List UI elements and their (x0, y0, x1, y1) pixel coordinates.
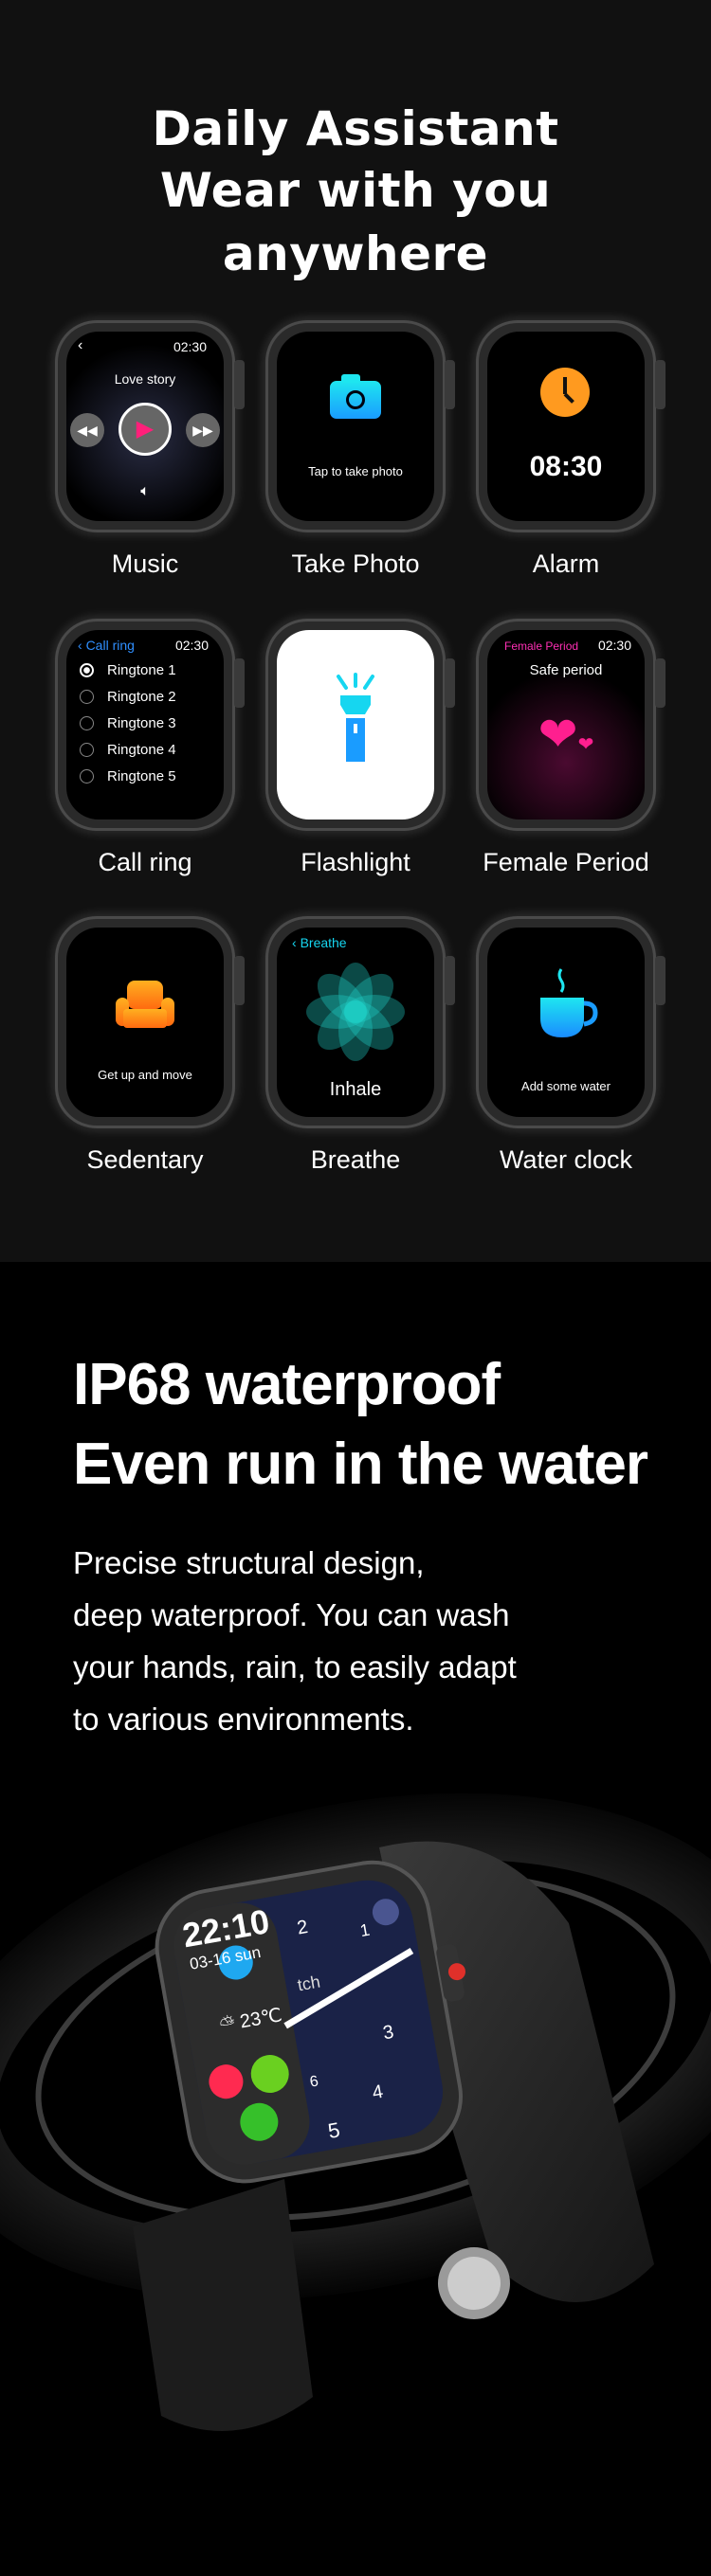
volume-icon: 🔈︎ (140, 483, 150, 499)
radio[interactable] (80, 769, 94, 784)
watch: ‹ 02:30 Love story ◀◀ ▶ ▶▶ 🔈︎ (55, 320, 245, 532)
feature-label: Sedentary (86, 1145, 204, 1174)
watch: Tap to take photo (265, 320, 455, 532)
feature-label: Alarm (532, 549, 600, 578)
rewind-icon: ◀◀ (70, 413, 104, 447)
feature-label: Take Photo (291, 549, 420, 578)
flashlight-icon (337, 673, 374, 762)
watch: ‹ Call ring 02:30 Ringtone 1 Ringtone 2 … (55, 619, 245, 831)
period-status: Safe period (529, 662, 603, 678)
feature-label: Water clock (499, 1145, 633, 1174)
ringtone-option[interactable]: Ringtone 1 (80, 662, 176, 678)
breathe-instruction: Inhale (329, 1079, 382, 1100)
feature-label: Call ring (98, 848, 192, 876)
feature-sedentary: Get up and move Sedentary (40, 916, 250, 1175)
waterproof-title-line-2: Even run in the water (73, 1432, 648, 1497)
waterproof-title-line-1: IP68 waterproof (73, 1352, 501, 1417)
watch: ‹ Breathe Inhale (265, 916, 455, 1128)
weather: ⛅︎ 23℃ (218, 2005, 284, 2037)
dial-number: 5 (326, 2117, 342, 2144)
radio[interactable] (80, 743, 94, 757)
alarm-time: 08:30 (529, 451, 603, 482)
dial-text: tch (296, 1972, 322, 1995)
description-line: Precise structural design, (73, 1545, 425, 1580)
dial-number: 6 (308, 2073, 320, 2091)
cup-icon (540, 968, 598, 1037)
feature-label: Music (111, 549, 179, 578)
song-title: Love story (114, 371, 176, 387)
feature-label: Female Period (483, 848, 649, 876)
breathe-title: ‹ Breathe (292, 935, 347, 950)
ringtone-option[interactable]: Ringtone 5 (80, 768, 176, 784)
ringtone-option[interactable]: Ringtone 3 (80, 715, 176, 731)
dial-number: 2 (295, 1916, 310, 1939)
status-time: 02:30 (173, 339, 207, 354)
watch: 08:30 (476, 320, 665, 532)
dial-number: 4 (371, 2081, 385, 2104)
feature-label: Flashlight (301, 848, 410, 876)
status-time: 02:30 (174, 638, 209, 653)
watch: Add some water (476, 916, 665, 1128)
headline-line-3: anywhere (222, 226, 489, 281)
ringtone-option[interactable]: Ringtone 2 (80, 689, 176, 705)
armchair-icon (116, 981, 174, 1028)
feature-take-photo: Tap to take photo Take Photo (250, 320, 461, 579)
ringtone-option[interactable]: Ringtone 4 (80, 742, 176, 758)
sedentary-hint: Get up and move (98, 1068, 192, 1082)
headline-line-1: Daily Assistant (152, 101, 559, 156)
feature-female-period: Female Period 02:30 Safe period ❤︎❤︎ Fem… (461, 619, 671, 877)
back-icon: ‹ (78, 337, 83, 353)
weather-cloud-icon: ⛅︎ (218, 2012, 237, 2037)
call-ring-title: ‹ Call ring (78, 638, 135, 653)
radio[interactable] (80, 716, 94, 730)
watch: Female Period 02:30 Safe period ❤︎❤︎ (476, 619, 665, 831)
fast-forward-icon: ▶▶ (186, 413, 220, 447)
daily-assistant-section: Daily Assistant Wear with you anywhere ‹… (0, 0, 711, 1262)
hearts-icon: ❤︎❤︎ (538, 708, 594, 761)
radio[interactable] (80, 690, 94, 704)
breathe-flower-icon (306, 963, 405, 1061)
radio-selected[interactable] (80, 663, 94, 677)
headline-line-2: Wear with you (159, 163, 552, 218)
feature-label: Breathe (310, 1145, 401, 1174)
feature-flashlight: Flashlight (250, 619, 461, 877)
camera-hint: Tap to take photo (308, 464, 403, 478)
description-line: deep waterproof. You can wash (73, 1597, 510, 1632)
watch (265, 619, 455, 831)
status-time: 02:30 (597, 638, 631, 653)
alarm-clock-icon (540, 368, 590, 417)
feature-water-clock: Add some water Water clock (461, 916, 671, 1175)
watch-face: 22:10 03-16 sun ⛅︎ 23℃ tch 1 2 3 4 5 6 (0, 1667, 711, 2576)
camera-icon (330, 374, 381, 419)
dial-number: 3 (381, 2021, 396, 2045)
feature-call-ring: ‹ Call ring 02:30 Ringtone 1 Ringtone 2 … (40, 619, 250, 877)
period-title: Female Period (504, 639, 579, 653)
description-line: your hands, rain, to easily adapt (73, 1649, 517, 1684)
feature-alarm: 08:30 Alarm (461, 320, 671, 579)
play-icon: ▶ (118, 403, 172, 456)
water-hint: Add some water (521, 1079, 611, 1093)
feature-music: ‹ 02:30 Love story ◀◀ ▶ ▶▶ 🔈︎ Music (40, 320, 250, 579)
feature-breathe: ‹ Breathe Inhale Breathe (250, 916, 461, 1175)
dial-number: 1 (358, 1919, 372, 1941)
watch: Get up and move (55, 916, 245, 1128)
